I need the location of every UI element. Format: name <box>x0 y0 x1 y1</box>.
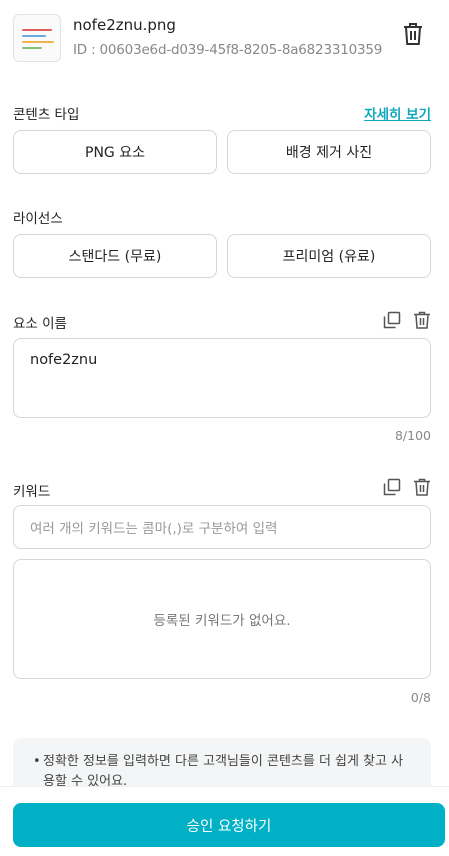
keyword-input[interactable]: 여러 개의 키워드는 콤마(,)로 구분하여 입력 <box>13 505 431 549</box>
keywords-label: 키워드 <box>13 484 51 500</box>
file-thumbnail <box>13 14 61 62</box>
thumbnail-graphic <box>22 35 46 37</box>
file-header: nofe2znu.png ID : 00603e6d-d039-45f8-820… <box>13 14 436 64</box>
trash-icon[interactable] <box>413 478 431 496</box>
thumbnail-graphic <box>22 29 52 31</box>
element-name-input[interactable]: nofe2znu <box>13 338 431 418</box>
file-name: nofe2znu.png <box>73 16 176 34</box>
license-premium-button[interactable]: 프리미엄 (유료) <box>227 234 431 278</box>
element-name-label: 요소 이름 <box>13 316 67 332</box>
license-standard-button[interactable]: 스탠다드 (무료) <box>13 234 217 278</box>
delete-file-button[interactable] <box>402 22 424 46</box>
content-type-bg-removed-button[interactable]: 배경 제거 사진 <box>227 130 431 174</box>
copy-icon[interactable] <box>383 478 401 496</box>
notice-bullet: • <box>33 754 41 769</box>
trash-icon <box>404 23 422 45</box>
submit-approval-button[interactable]: 승인 요청하기 <box>13 803 445 847</box>
thumbnail-graphic <box>22 41 54 43</box>
copy-icon[interactable] <box>383 311 401 329</box>
element-name-counter: 8/100 <box>394 428 431 443</box>
keyword-counter: 0/8 <box>410 690 431 705</box>
trash-icon[interactable] <box>413 311 431 329</box>
file-id: ID : 00603e6d-d039-45f8-8205-8a682331035… <box>73 42 383 58</box>
content-type-png-button[interactable]: PNG 요소 <box>13 130 217 174</box>
thumbnail-graphic <box>22 47 42 49</box>
content-type-label: 콘텐츠 타입 <box>13 107 80 123</box>
keyword-list-empty: 등록된 키워드가 없어요. <box>13 559 431 679</box>
detail-link[interactable]: 자세히 보기 <box>364 103 431 123</box>
keywords-tools <box>383 478 431 496</box>
element-name-tools <box>383 311 431 329</box>
footer-bar: 승인 요청하기 <box>0 786 449 856</box>
license-label: 라이선스 <box>13 211 63 227</box>
